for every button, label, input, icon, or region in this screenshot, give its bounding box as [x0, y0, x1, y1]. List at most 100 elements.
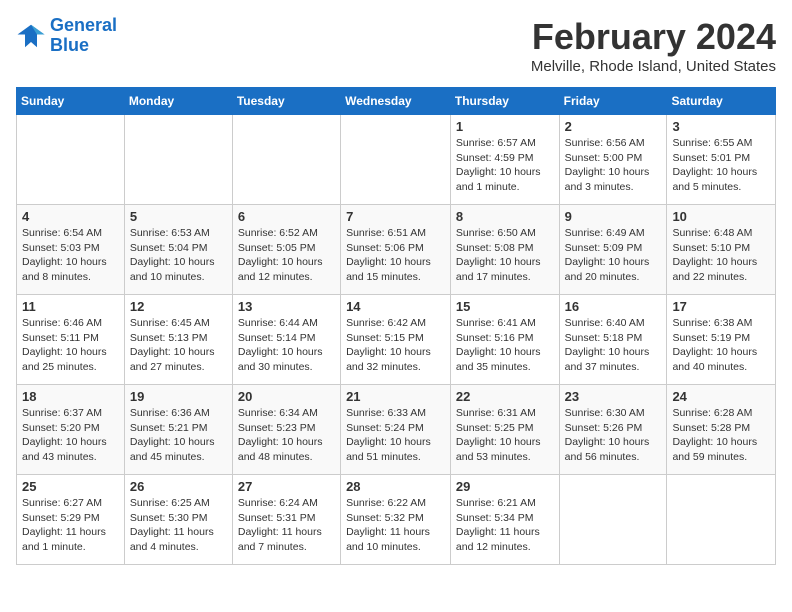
- dow-friday: Friday: [559, 88, 667, 115]
- calendar-cell: 15 Sunrise: 6:41 AM Sunset: 5:16 PM Dayli…: [450, 295, 559, 385]
- day-number: 15: [456, 299, 554, 314]
- logo-icon: [16, 21, 46, 51]
- day-info: Sunrise: 6:33 AM Sunset: 5:24 PM Dayligh…: [346, 406, 445, 465]
- calendar-cell: 25Sunrise: 6:27 AM Sunset: 5:29 PM Dayli…: [17, 475, 125, 565]
- day-info: Sunrise: 6:57 AM Sunset: 4:59 PM Dayligh…: [456, 136, 554, 195]
- calendar-cell: 29 Sunrise: 6:21 AM Sunset: 5:34 PM Dayli…: [450, 475, 559, 565]
- days-of-week-row: SundayMondayTuesdayWednesdayThursdayFrid…: [17, 88, 776, 115]
- calendar-table: SundayMondayTuesdayWednesdayThursdayFrid…: [16, 87, 776, 565]
- calendar-body: 1 Sunrise: 6:57 AM Sunset: 4:59 PM Daylig…: [17, 115, 776, 565]
- logo-line1: General: [50, 15, 117, 35]
- day-info: Sunrise: 6:48 AM Sunset: 5:10 PM Dayligh…: [672, 226, 770, 285]
- day-info: Sunrise: 6:31 AM Sunset: 5:25 PM Dayligh…: [456, 406, 554, 465]
- location-title: Melville, Rhode Island, United States: [531, 58, 776, 75]
- week-row-4: 25Sunrise: 6:27 AM Sunset: 5:29 PM Dayli…: [17, 475, 776, 565]
- day-number: 11: [22, 299, 119, 314]
- week-row-2: 11 Sunrise: 6:46 AM Sunset: 5:11 PM Dayli…: [17, 295, 776, 385]
- calendar-cell: 18 Sunrise: 6:37 AM Sunset: 5:20 PM Dayli…: [17, 385, 125, 475]
- day-info: Sunrise: 6:42 AM Sunset: 5:15 PM Dayligh…: [346, 316, 445, 375]
- month-title: February 2024: [531, 16, 776, 58]
- calendar-cell: 7 Sunrise: 6:51 AM Sunset: 5:06 PM Daylig…: [341, 205, 451, 295]
- day-number: 14: [346, 299, 445, 314]
- day-number: 21: [346, 389, 445, 404]
- day-number: 19: [130, 389, 227, 404]
- day-info: Sunrise: 6:28 AM Sunset: 5:28 PM Dayligh…: [672, 406, 770, 465]
- day-number: 23: [565, 389, 662, 404]
- calendar-cell: 13 Sunrise: 6:44 AM Sunset: 5:14 PM Dayli…: [232, 295, 340, 385]
- day-number: 20: [238, 389, 335, 404]
- calendar-cell: 14 Sunrise: 6:42 AM Sunset: 5:15 PM Dayli…: [341, 295, 451, 385]
- day-number: 9: [565, 209, 662, 224]
- day-number: 4: [22, 209, 119, 224]
- calendar-cell: 22 Sunrise: 6:31 AM Sunset: 5:25 PM Dayli…: [450, 385, 559, 475]
- calendar-cell: [17, 115, 125, 205]
- calendar-cell: [124, 115, 232, 205]
- day-info: Sunrise: 6:51 AM Sunset: 5:06 PM Dayligh…: [346, 226, 445, 285]
- dow-sunday: Sunday: [17, 88, 125, 115]
- dow-thursday: Thursday: [450, 88, 559, 115]
- calendar-cell: [667, 475, 776, 565]
- day-number: 3: [672, 119, 770, 134]
- day-number: 16: [565, 299, 662, 314]
- day-info: Sunrise: 6:21 AM Sunset: 5:34 PM Dayligh…: [456, 496, 554, 555]
- week-row-0: 1 Sunrise: 6:57 AM Sunset: 4:59 PM Daylig…: [17, 115, 776, 205]
- calendar-cell: 12 Sunrise: 6:45 AM Sunset: 5:13 PM Dayli…: [124, 295, 232, 385]
- calendar-cell: 27Sunrise: 6:24 AM Sunset: 5:31 PM Dayli…: [232, 475, 340, 565]
- day-number: 22: [456, 389, 554, 404]
- day-info: Sunrise: 6:25 AM Sunset: 5:30 PM Dayligh…: [130, 496, 227, 555]
- day-number: 24: [672, 389, 770, 404]
- day-number: 1: [456, 119, 554, 134]
- calendar-cell: 26 Sunrise: 6:25 AM Sunset: 5:30 PM Dayli…: [124, 475, 232, 565]
- dow-tuesday: Tuesday: [232, 88, 340, 115]
- day-info: Sunrise: 6:50 AM Sunset: 5:08 PM Dayligh…: [456, 226, 554, 285]
- day-info: Sunrise: 6:41 AM Sunset: 5:16 PM Dayligh…: [456, 316, 554, 375]
- day-number: 25: [22, 479, 119, 494]
- day-info: Sunrise: 6:56 AM Sunset: 5:00 PM Dayligh…: [565, 136, 662, 195]
- day-number: 7: [346, 209, 445, 224]
- calendar-cell: 20Sunrise: 6:34 AM Sunset: 5:23 PM Dayli…: [232, 385, 340, 475]
- day-number: 12: [130, 299, 227, 314]
- calendar-cell: 19 Sunrise: 6:36 AM Sunset: 5:21 PM Dayli…: [124, 385, 232, 475]
- logo-text: General Blue: [50, 16, 117, 56]
- day-info: Sunrise: 6:55 AM Sunset: 5:01 PM Dayligh…: [672, 136, 770, 195]
- day-number: 2: [565, 119, 662, 134]
- day-info: Sunrise: 6:30 AM Sunset: 5:26 PM Dayligh…: [565, 406, 662, 465]
- day-number: 13: [238, 299, 335, 314]
- dow-saturday: Saturday: [667, 88, 776, 115]
- calendar-cell: 28Sunrise: 6:22 AM Sunset: 5:32 PM Dayli…: [341, 475, 451, 565]
- day-number: 17: [672, 299, 770, 314]
- calendar-cell: 10 Sunrise: 6:48 AM Sunset: 5:10 PM Dayli…: [667, 205, 776, 295]
- day-info: Sunrise: 6:36 AM Sunset: 5:21 PM Dayligh…: [130, 406, 227, 465]
- header: General Blue February 2024 Melville, Rho…: [16, 16, 776, 75]
- calendar-cell: 1 Sunrise: 6:57 AM Sunset: 4:59 PM Daylig…: [450, 115, 559, 205]
- calendar-cell: [341, 115, 451, 205]
- day-info: Sunrise: 6:45 AM Sunset: 5:13 PM Dayligh…: [130, 316, 227, 375]
- day-info: Sunrise: 6:40 AM Sunset: 5:18 PM Dayligh…: [565, 316, 662, 375]
- calendar-cell: 17Sunrise: 6:38 AM Sunset: 5:19 PM Dayli…: [667, 295, 776, 385]
- day-info: Sunrise: 6:53 AM Sunset: 5:04 PM Dayligh…: [130, 226, 227, 285]
- calendar-cell: [232, 115, 340, 205]
- day-info: Sunrise: 6:37 AM Sunset: 5:20 PM Dayligh…: [22, 406, 119, 465]
- day-number: 18: [22, 389, 119, 404]
- day-number: 10: [672, 209, 770, 224]
- dow-monday: Monday: [124, 88, 232, 115]
- day-number: 29: [456, 479, 554, 494]
- day-number: 8: [456, 209, 554, 224]
- day-info: Sunrise: 6:54 AM Sunset: 5:03 PM Dayligh…: [22, 226, 119, 285]
- day-number: 6: [238, 209, 335, 224]
- calendar-cell: 24 Sunrise: 6:28 AM Sunset: 5:28 PM Dayli…: [667, 385, 776, 475]
- calendar-cell: 21 Sunrise: 6:33 AM Sunset: 5:24 PM Dayli…: [341, 385, 451, 475]
- day-info: Sunrise: 6:49 AM Sunset: 5:09 PM Dayligh…: [565, 226, 662, 285]
- logo-line2: Blue: [50, 35, 89, 55]
- dow-wednesday: Wednesday: [341, 88, 451, 115]
- day-number: 27: [238, 479, 335, 494]
- calendar-cell: 6 Sunrise: 6:52 AM Sunset: 5:05 PM Daylig…: [232, 205, 340, 295]
- logo: General Blue: [16, 16, 117, 56]
- day-number: 26: [130, 479, 227, 494]
- day-info: Sunrise: 6:52 AM Sunset: 5:05 PM Dayligh…: [238, 226, 335, 285]
- calendar-cell: 4 Sunrise: 6:54 AM Sunset: 5:03 PM Daylig…: [17, 205, 125, 295]
- title-area: February 2024 Melville, Rhode Island, Un…: [531, 16, 776, 75]
- day-info: Sunrise: 6:46 AM Sunset: 5:11 PM Dayligh…: [22, 316, 119, 375]
- day-number: 28: [346, 479, 445, 494]
- day-info: Sunrise: 6:44 AM Sunset: 5:14 PM Dayligh…: [238, 316, 335, 375]
